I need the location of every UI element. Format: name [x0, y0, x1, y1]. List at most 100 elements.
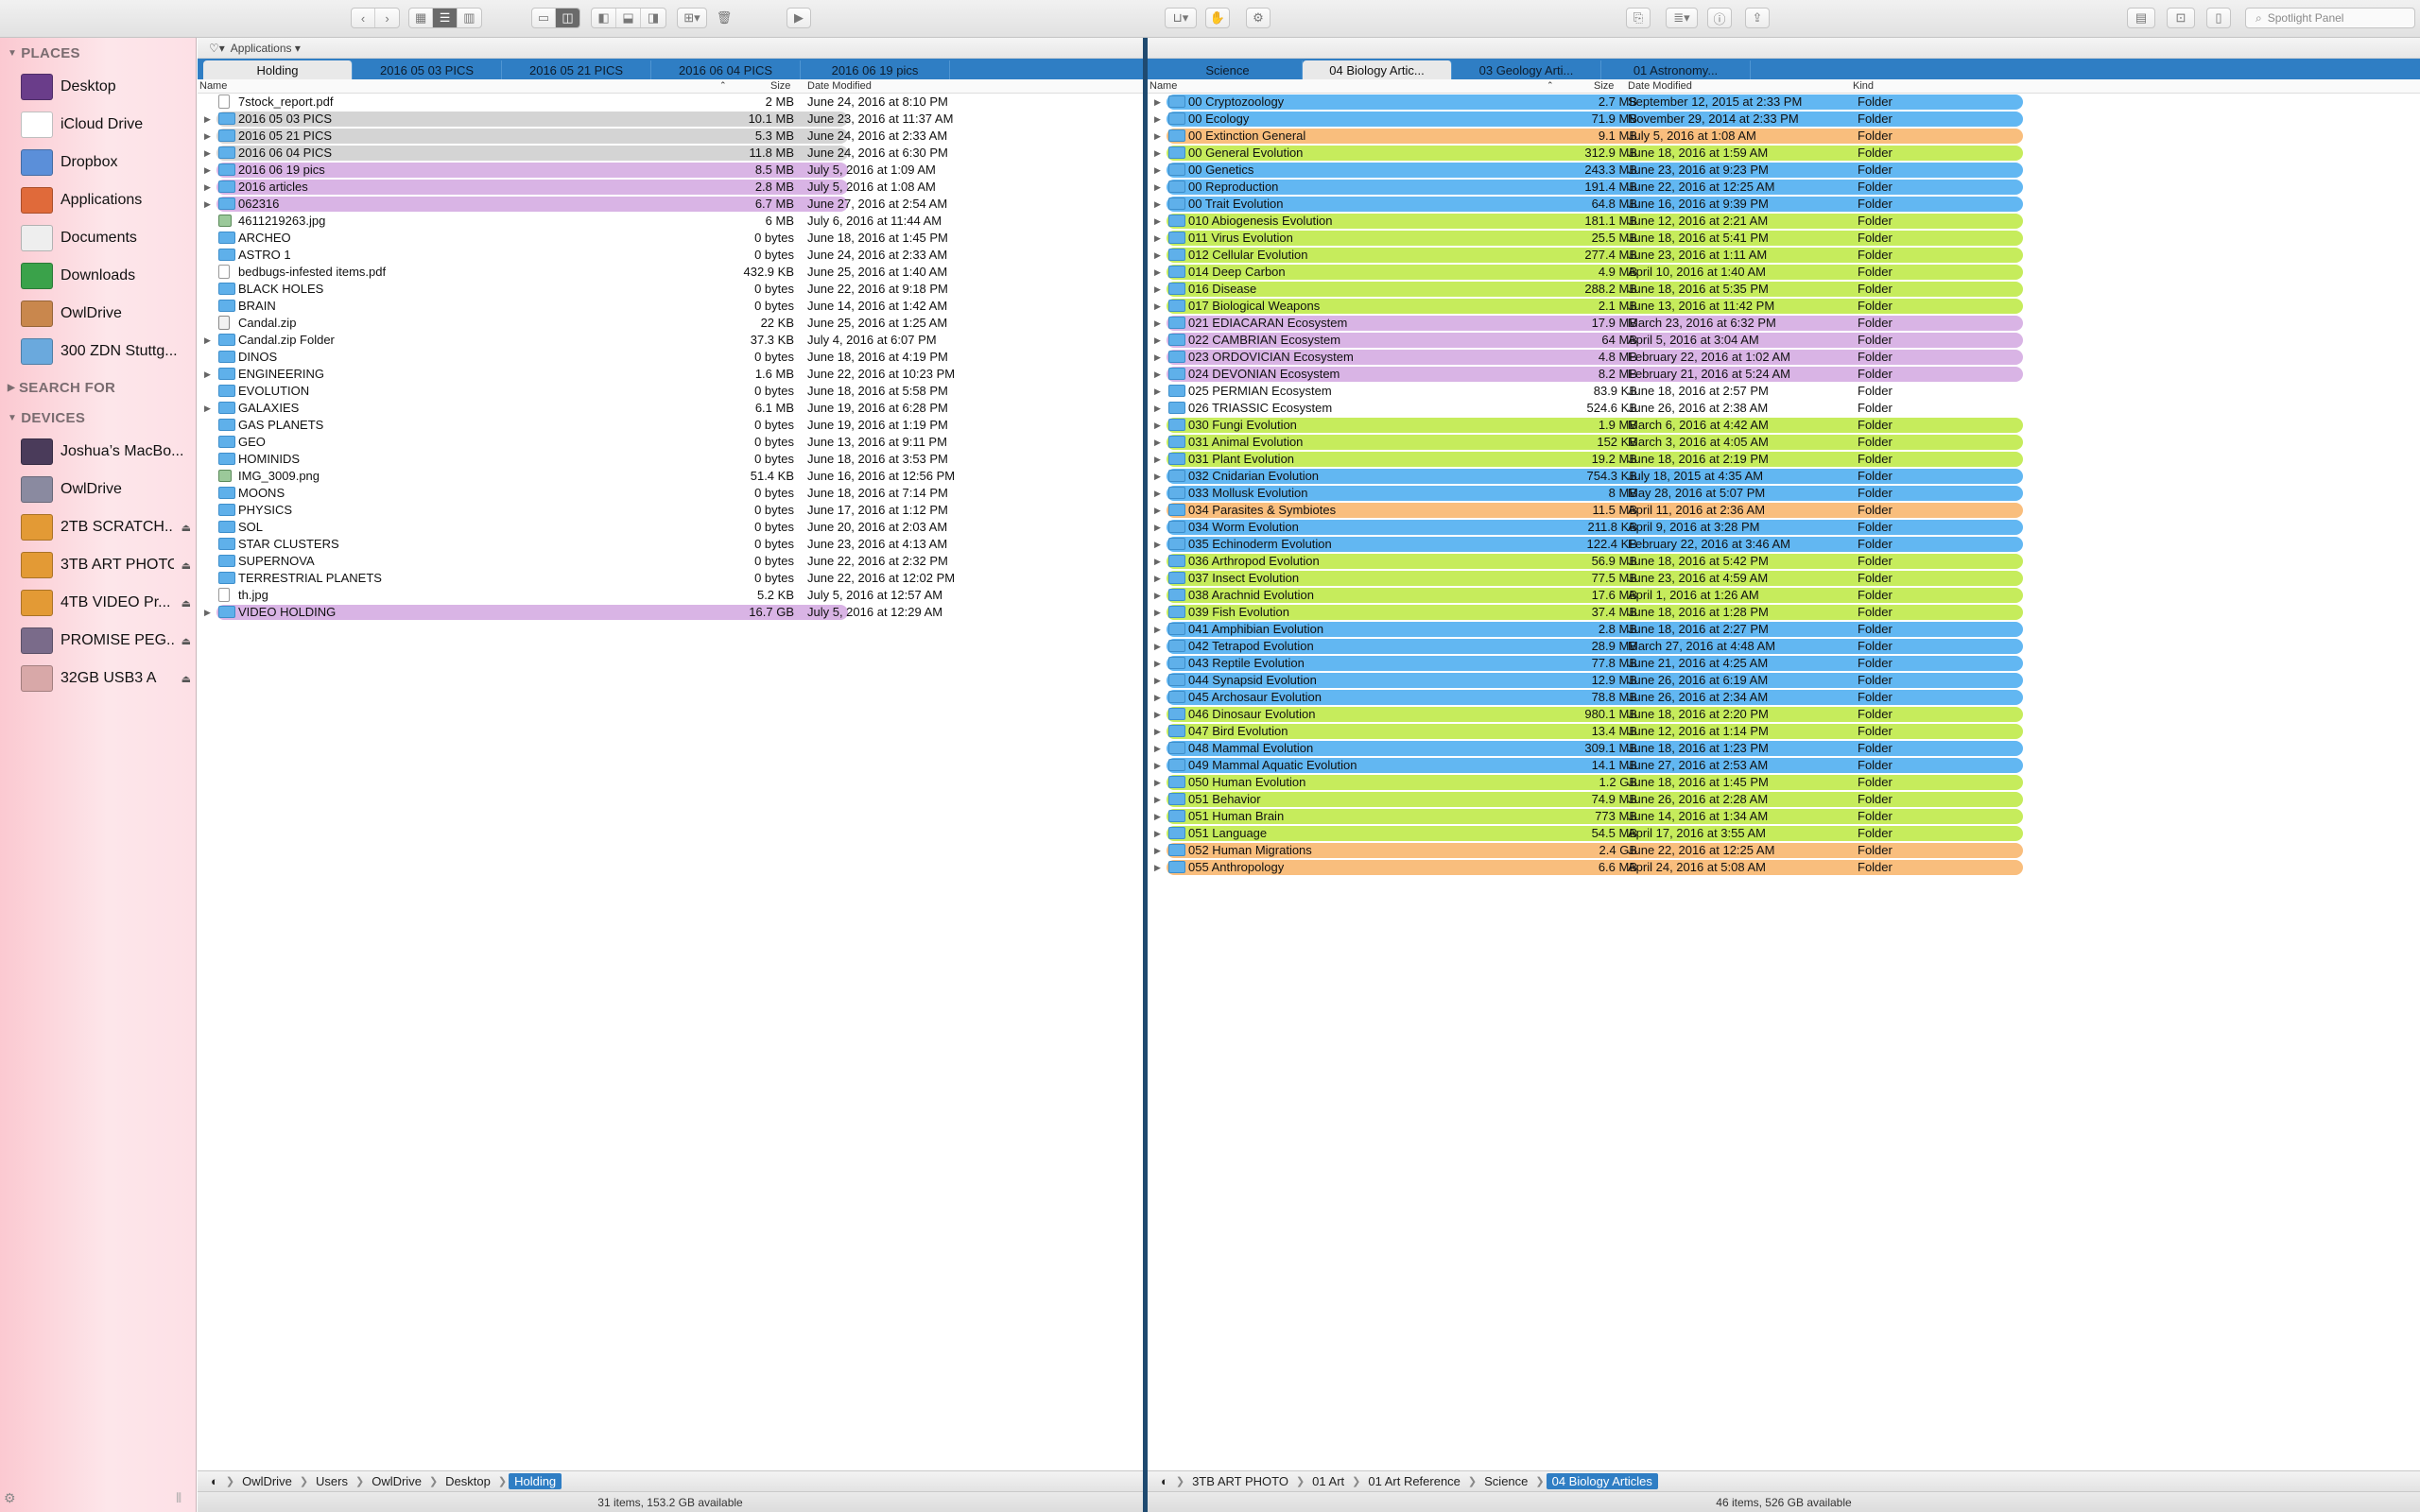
sidebar-device-2tb-scratch-[interactable]: 2TB SCRATCH... ⏏: [21, 510, 195, 544]
sidebar-device-owldrive[interactable]: OwlDrive: [21, 472, 195, 507]
tab-04-biology-artic-[interactable]: 04 Biology Artic...: [1303, 60, 1452, 79]
disclosure-triangle-icon[interactable]: ▶: [1154, 826, 1161, 841]
action-button[interactable]: ⊔▾: [1165, 8, 1197, 28]
table-row[interactable]: ▶ 014 Deep Carbon 4.9 MB April 10, 2016 at …: [1148, 264, 2420, 281]
table-row[interactable]: IMG_3009.png 51.4 KB June 16, 2016 at 12:5…: [198, 468, 1143, 485]
table-row[interactable]: ▶ 044 Synapsid Evolution 12.9 MB June 26, 2…: [1148, 672, 2420, 689]
disclosure-triangle-icon[interactable]: ▶: [204, 197, 211, 212]
disclosure-triangle-icon[interactable]: ▶: [204, 180, 211, 195]
disclosure-triangle-icon[interactable]: ▶: [1154, 112, 1161, 127]
disclosure-triangle-icon[interactable]: ▶: [1154, 707, 1161, 722]
table-row[interactable]: ▶ 049 Mammal Aquatic Evolution 14.1 MB June…: [1148, 757, 2420, 774]
table-row[interactable]: SUPERNOVA 0 bytes June 22, 2016 at 2:32 PM: [198, 553, 1143, 570]
path-segment[interactable]: 3TB ART PHOTO: [1186, 1473, 1294, 1489]
disclosure-triangle-icon[interactable]: ▶: [204, 163, 211, 178]
resize-handle-icon[interactable]: ⦀: [176, 1490, 182, 1506]
disclosure-triangle-icon[interactable]: ▶: [1154, 452, 1161, 467]
root-disk-icon[interactable]: ◐: [1155, 1473, 1174, 1489]
table-row[interactable]: SOL 0 bytes June 20, 2016 at 2:03 AM: [198, 519, 1143, 536]
disclosure-triangle-icon[interactable]: ▶: [1154, 146, 1161, 161]
table-row[interactable]: ▶ 00 Reproduction 191.4 MB June 22, 2016 at…: [1148, 179, 2420, 196]
table-row[interactable]: ▶ 037 Insect Evolution 77.5 MB June 23, 201…: [1148, 570, 2420, 587]
table-row[interactable]: ▶ 034 Worm Evolution 211.8 KB April 9, 2016…: [1148, 519, 2420, 536]
icon-view-icon[interactable]: ▦: [409, 9, 434, 27]
table-row[interactable]: GAS PLANETS 0 bytes June 19, 2016 at 1:19 …: [198, 417, 1143, 434]
tab-2016-06-19-pics[interactable]: 2016 06 19 pics: [801, 60, 950, 79]
table-row[interactable]: ▶ 030 Fungi Evolution 1.9 MB March 6, 2016 …: [1148, 417, 2420, 434]
table-row[interactable]: ▶ 023 ORDOVICIAN Ecosystem 4.8 MB February …: [1148, 349, 2420, 366]
table-row[interactable]: ▶ 039 Fish Evolution 37.4 MB June 18, 2016 …: [1148, 604, 2420, 621]
sidebar-item-desktop[interactable]: Desktop: [21, 70, 195, 104]
table-row[interactable]: ▶ 042 Tetrapod Evolution 28.9 MB March 27, …: [1148, 638, 2420, 655]
bookmark-applications[interactable]: Applications ▾: [231, 42, 301, 55]
table-row[interactable]: ▶ Candal.zip Folder 37.3 KB July 4, 2016 at…: [198, 332, 1143, 349]
table-row[interactable]: ▶ 2016 06 04 PICS 11.8 MB June 24, 2016 at …: [198, 145, 1143, 162]
column-view-icon[interactable]: ▥: [458, 9, 481, 27]
disclosure-triangle-icon[interactable]: ▶: [1154, 571, 1161, 586]
right-panel-icon[interactable]: ◨: [641, 9, 666, 27]
table-row[interactable]: ▶ 047 Bird Evolution 13.4 MB June 12, 2016 …: [1148, 723, 2420, 740]
disclosure-triangle-icon[interactable]: ▶: [1154, 775, 1161, 790]
path-segment[interactable]: Desktop: [440, 1473, 496, 1489]
disclosure-triangle-icon[interactable]: ▶: [1154, 129, 1161, 144]
sort-button[interactable]: ≣▾: [1666, 8, 1698, 28]
list-view-icon[interactable]: ☰: [433, 9, 458, 27]
disclosure-triangle-icon[interactable]: ▶: [1154, 843, 1161, 858]
disclosure-triangle-icon[interactable]: ▶: [1154, 503, 1161, 518]
disclosure-triangle-icon[interactable]: ▶: [1154, 741, 1161, 756]
table-row[interactable]: PHYSICS 0 bytes June 17, 2016 at 1:12 PM: [198, 502, 1143, 519]
table-row[interactable]: ▶ VIDEO HOLDING 16.7 GB July 5, 2016 at 12:…: [198, 604, 1143, 621]
table-row[interactable]: ▶ 00 General Evolution 312.9 MB June 18, 20…: [1148, 145, 2420, 162]
table-row[interactable]: th.jpg 5.2 KB July 5, 2016 at 12:57 AM: [198, 587, 1143, 604]
chevron-left-icon[interactable]: ‹: [352, 9, 376, 27]
table-row[interactable]: ▶ 033 Mollusk Evolution 8 MB May 28, 2016 a…: [1148, 485, 2420, 502]
table-row[interactable]: ▶ 00 Extinction General 9.1 MB July 5, 2016…: [1148, 128, 2420, 145]
new-file-button[interactable]: ▯: [2206, 8, 2231, 28]
left-panel-icon[interactable]: ◧: [592, 9, 616, 27]
table-row[interactable]: ▶ 031 Animal Evolution 152 KB March 3, 2016…: [1148, 434, 2420, 451]
table-row[interactable]: BRAIN 0 bytes June 14, 2016 at 1:42 AM: [198, 298, 1143, 315]
column-name[interactable]: Name: [1150, 80, 1177, 92]
table-row[interactable]: ▶ 021 EDIACARAN Ecosystem 17.9 MB March 23,…: [1148, 315, 2420, 332]
tab-2016-05-21-pics[interactable]: 2016 05 21 PICS: [502, 60, 651, 79]
table-row[interactable]: EVOLUTION 0 bytes June 18, 2016 at 5:58 PM: [198, 383, 1143, 400]
disclosure-triangle-icon[interactable]: ▶: [1154, 214, 1161, 229]
disclosure-triangle-icon[interactable]: ▶: [1154, 299, 1161, 314]
bottom-panel-icon[interactable]: ⬓: [616, 9, 641, 27]
disclosure-triangle-icon[interactable]: ▶: [1154, 860, 1161, 875]
table-row[interactable]: ▶ 043 Reptile Evolution 77.8 MB June 21, 20…: [1148, 655, 2420, 672]
disclosure-triangle-icon[interactable]: ▶: [1154, 367, 1161, 382]
path-segment[interactable]: 01 Art Reference: [1362, 1473, 1466, 1489]
disclosure-triangle-icon[interactable]: ▶: [1154, 588, 1161, 603]
table-row[interactable]: ▶ 045 Archosaur Evolution 78.8 MB June 26, …: [1148, 689, 2420, 706]
path-segment[interactable]: OwlDrive: [366, 1473, 427, 1489]
sidebar-item-applications[interactable]: Applications: [21, 183, 195, 217]
table-row[interactable]: ▶ 016 Disease 288.2 MB June 18, 2016 at 5:3…: [1148, 281, 2420, 298]
table-row[interactable]: STAR CLUSTERS 0 bytes June 23, 2016 at 4:1…: [198, 536, 1143, 553]
table-row[interactable]: ▶ 031 Plant Evolution 19.2 MB June 18, 2016…: [1148, 451, 2420, 468]
table-row[interactable]: ▶ 2016 05 21 PICS 5.3 MB June 24, 2016 at 2…: [198, 128, 1143, 145]
table-row[interactable]: ▶ 025 PERMIAN Ecosystem 83.9 KB June 18, 20…: [1148, 383, 2420, 400]
disclosure-triangle-icon[interactable]: ▶: [1154, 792, 1161, 807]
table-row[interactable]: ▶ 00 Trait Evolution 64.8 MB June 16, 2016 …: [1148, 196, 2420, 213]
path-segment[interactable]: 04 Biology Articles: [1546, 1473, 1658, 1489]
eject-icon[interactable]: ⏏: [182, 522, 191, 534]
tab-holding[interactable]: Holding: [203, 60, 353, 79]
disclosure-triangle-icon[interactable]: ▶: [1154, 94, 1161, 110]
table-row[interactable]: ▶ 2016 06 19 pics 8.5 MB July 5, 2016 at 1:…: [198, 162, 1143, 179]
disclosure-triangle-icon[interactable]: ▶: [204, 112, 211, 127]
disclosure-triangle-icon[interactable]: ▶: [1154, 350, 1161, 365]
share-button[interactable]: ⇪: [1745, 8, 1770, 28]
disclosure-triangle-icon[interactable]: ▶: [204, 333, 211, 348]
eject-icon[interactable]: ⏏: [182, 559, 191, 572]
disclosure-triangle-icon[interactable]: ▶: [204, 146, 211, 161]
column-size[interactable]: Size: [1594, 80, 1614, 92]
table-row[interactable]: ▶ 2016 articles 2.8 MB July 5, 2016 at 1:08…: [198, 179, 1143, 196]
tab-01-astronomy-[interactable]: 01 Astronomy...: [1601, 60, 1751, 79]
disclosure-triangle-icon[interactable]: ▶: [1154, 231, 1161, 246]
table-row[interactable]: ▶ 011 Virus Evolution 25.5 MB June 18, 2016…: [1148, 230, 2420, 247]
sidebar-device-3tb-art-photo[interactable]: 3TB ART PHOTO ⏏: [21, 548, 195, 582]
table-row[interactable]: TERRESTRIAL PLANETS 0 bytes June 22, 2016 …: [198, 570, 1143, 587]
disclosure-triangle-icon[interactable]: ▶: [1154, 520, 1161, 535]
path-segment[interactable]: Science: [1478, 1473, 1533, 1489]
